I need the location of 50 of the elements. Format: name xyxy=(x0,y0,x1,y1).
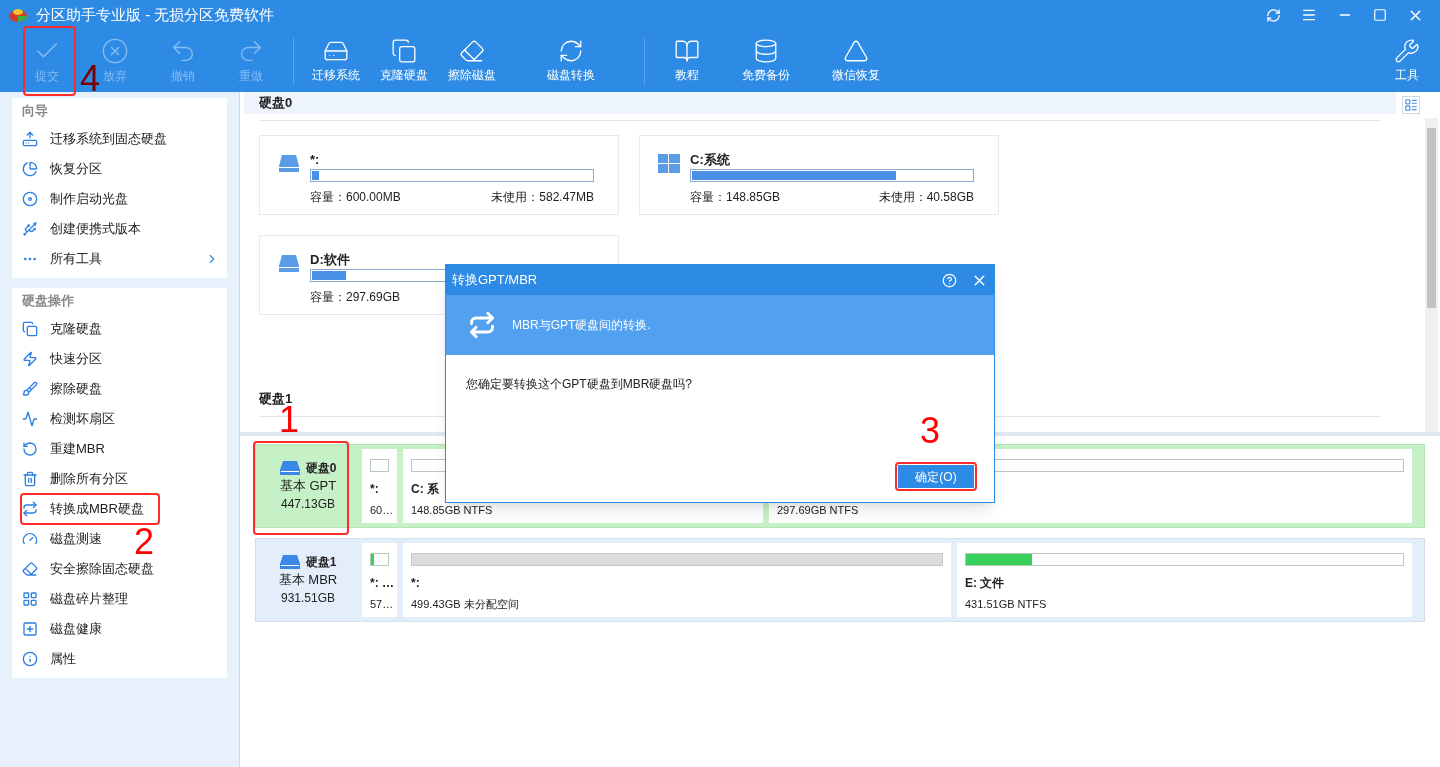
capacity-text: 容量：148.85GB xyxy=(690,189,781,206)
unused-text: 未使用：40.58GB xyxy=(878,189,974,206)
partition-info: 431.51GB NTFS xyxy=(965,597,1048,612)
item-label: 磁盘碎片整理 xyxy=(50,590,128,609)
item-label: 检测坏扇区 xyxy=(50,410,115,429)
item-label: 创建便携式版本 xyxy=(50,220,141,239)
item-label: 转换成MBR硬盘 xyxy=(50,500,144,519)
disk-size: 447.13GB xyxy=(280,496,335,513)
item-label: 磁盘测速 xyxy=(50,530,102,549)
section-title: 硬盘操作 xyxy=(21,292,75,311)
disk-type: 基本 GPT xyxy=(279,477,337,495)
item-label: 安全擦除固态硬盘 xyxy=(50,560,154,579)
partition-name: C:系统 xyxy=(690,152,731,168)
item-label: 制作启动光盘 xyxy=(50,190,128,209)
section-title: 向导 xyxy=(21,102,49,121)
step-number: 2 xyxy=(134,524,155,560)
banner-text: MBR与GPT硬盘间的转换. xyxy=(512,317,651,334)
item-label: 属性 xyxy=(50,650,76,669)
partition-name: D:软件 xyxy=(310,252,351,268)
partition-name: *: xyxy=(310,152,321,168)
item-label: 重建MBR xyxy=(50,440,105,459)
item-label: 所有工具 xyxy=(50,250,102,269)
item-label: 恢复分区 xyxy=(50,160,102,179)
item-label: 擦除硬盘 xyxy=(50,380,102,399)
dialog-title: 转换GPT/MBR xyxy=(452,271,538,290)
partition-name: *: xyxy=(370,481,380,496)
capacity-text: 容量：600.00MB xyxy=(310,189,401,206)
unused-text: 未使用：582.47MB xyxy=(491,189,594,206)
disk-type: 基本 MBR xyxy=(278,571,338,589)
dialog-message: 您确定要转换这个GPT硬盘到MBR硬盘吗? xyxy=(465,376,693,393)
item-label: 克隆硬盘 xyxy=(50,320,102,339)
disk-name: 硬盘1 xyxy=(305,554,337,571)
partition-info: 297.69GB NTFS xyxy=(777,503,860,518)
partition-info: 148.85GB NTFS xyxy=(411,503,494,518)
disk-size: 931.51GB xyxy=(280,590,335,607)
item-label: 删除所有分区 xyxy=(50,470,128,489)
disk-header: 硬盘0 xyxy=(244,92,1396,114)
step-number: 3 xyxy=(920,413,941,449)
partition-name: E: 文件 xyxy=(965,575,1006,590)
partition-info: 499.43GB 未分配空间 xyxy=(411,597,520,612)
partition-name: C: 系 xyxy=(411,481,440,496)
partition-name: *: xyxy=(411,575,421,590)
capacity-text: 容量：297.69GB xyxy=(310,289,401,306)
item-label: 迁移系统到固态硬盘 xyxy=(50,130,167,149)
item-label: 快速分区 xyxy=(50,350,102,369)
step-number: 4 xyxy=(80,61,101,97)
disk-header: 硬盘1 xyxy=(258,390,293,407)
item-label: 磁盘健康 xyxy=(50,620,102,639)
disk-name: 硬盘0 xyxy=(305,460,337,477)
window-title: 分区助手专业版 - 无损分区免费软件 xyxy=(36,4,275,25)
